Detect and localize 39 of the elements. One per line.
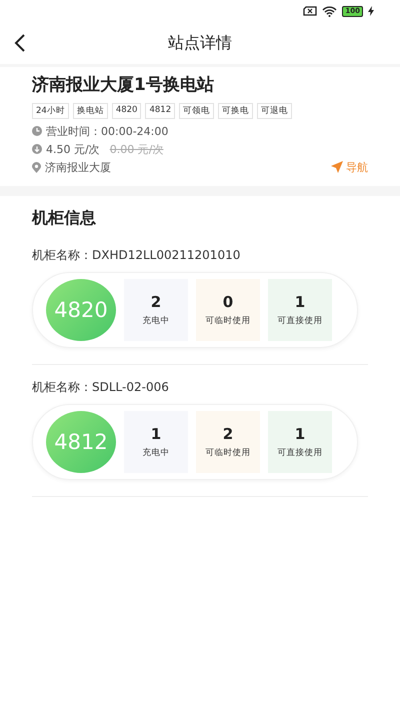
stat-count: 1 bbox=[294, 425, 306, 443]
location-pin-icon bbox=[32, 162, 41, 172]
navigate-link[interactable]: 导航 bbox=[331, 160, 368, 174]
stat-label: 充电中 bbox=[142, 315, 170, 327]
station-name: 济南报业大厦1号换电站 bbox=[32, 74, 215, 96]
model-badge: 4820 bbox=[46, 279, 116, 341]
section-title: 机柜信息 bbox=[32, 208, 97, 229]
clock-icon bbox=[32, 126, 42, 136]
coin-icon bbox=[32, 144, 42, 154]
model-badge: 4812 bbox=[46, 411, 116, 473]
stat-count: 1 bbox=[294, 293, 306, 311]
stat-count: 1 bbox=[150, 425, 162, 443]
cabinet-name: 机柜名称：SDLL-02-006 bbox=[32, 379, 170, 396]
tag: 4812 bbox=[145, 103, 176, 119]
stat-label: 可直接使用 bbox=[278, 315, 322, 327]
business-hours: 营业时间：00:00-24:00 bbox=[46, 124, 168, 138]
tag: 换电站 bbox=[72, 103, 108, 119]
tag: 可领电 bbox=[179, 103, 214, 119]
back-icon[interactable] bbox=[14, 33, 26, 53]
page-title: 站点详情 bbox=[168, 32, 232, 54]
address: 济南报业大厦 bbox=[45, 160, 111, 174]
charging-icon bbox=[368, 6, 374, 16]
navigation-arrow-icon bbox=[331, 161, 343, 173]
stat-label: 充电中 bbox=[142, 447, 170, 459]
tag: 可换电 bbox=[218, 103, 254, 119]
stat-count: 0 bbox=[222, 293, 234, 311]
tag: 24小时 bbox=[32, 103, 69, 119]
original-price: 0.00 元/次 bbox=[110, 142, 164, 156]
stat-label: 可直接使用 bbox=[278, 447, 322, 459]
tag: 4820 bbox=[112, 103, 142, 119]
stat-label: 可临时使用 bbox=[206, 447, 250, 459]
sim-icon bbox=[303, 6, 318, 16]
stat-count: 2 bbox=[222, 425, 234, 443]
stat-count: 2 bbox=[150, 293, 162, 311]
cabinet-name: 机柜名称：DXHD12LL00211201010 bbox=[32, 247, 242, 264]
tag: 可退电 bbox=[257, 103, 292, 119]
price: 4.50 元/次 bbox=[46, 142, 100, 156]
wifi-icon bbox=[322, 6, 338, 16]
stat-label: 可临时使用 bbox=[206, 315, 250, 327]
